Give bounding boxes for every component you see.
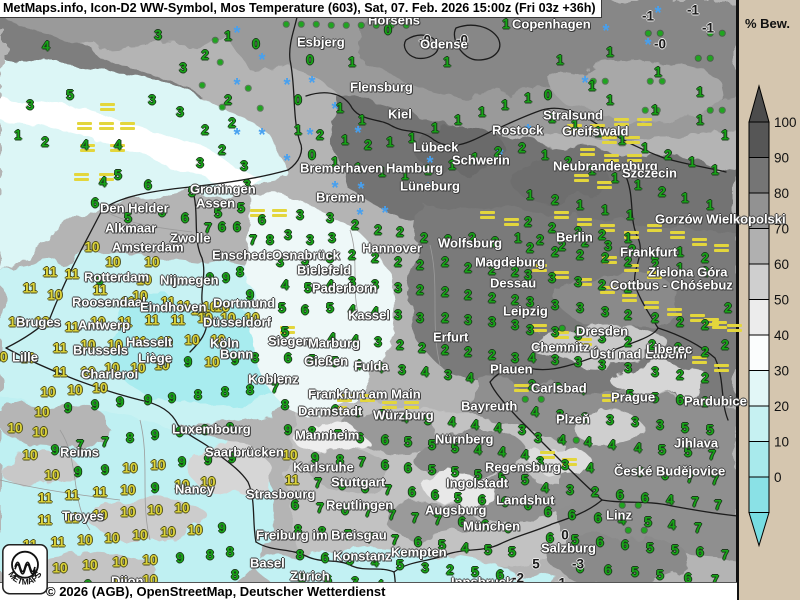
colorbar-panel: % Bew. 1009080706050403020100 (738, 0, 800, 600)
svg-text:100: 100 (774, 115, 797, 130)
svg-text:70: 70 (774, 222, 789, 237)
metmaps-logo: METMAPS (2, 544, 48, 596)
copyright-bar: © 2026 (AGB), OpenStreetMap, Deutscher W… (0, 582, 737, 600)
svg-text:80: 80 (774, 186, 789, 201)
svg-text:90: 90 (774, 151, 789, 166)
svg-text:40: 40 (774, 328, 789, 343)
colorbar: 1009080706050403020100 (739, 0, 800, 600)
map-area (0, 0, 738, 600)
title-bar: MetMaps.info, Icon-D2 WW-Symbol, Mos Tem… (0, 0, 602, 18)
svg-text:50: 50 (774, 293, 789, 308)
svg-text:10: 10 (774, 435, 789, 450)
svg-text:30: 30 (774, 364, 789, 379)
svg-text:20: 20 (774, 399, 789, 414)
svg-text:60: 60 (774, 257, 789, 272)
weather-map-image (0, 0, 738, 600)
svg-text:0: 0 (774, 470, 782, 485)
map-title: MetMaps.info, Icon-D2 WW-Symbol, Mos Tem… (3, 1, 596, 15)
cloud-shading (0, 0, 738, 600)
copyright-text: © 2026 (AGB), OpenStreetMap, Deutscher W… (46, 584, 385, 599)
weather-map-app: % Bew. 1009080706050403020100 **********… (0, 0, 800, 600)
